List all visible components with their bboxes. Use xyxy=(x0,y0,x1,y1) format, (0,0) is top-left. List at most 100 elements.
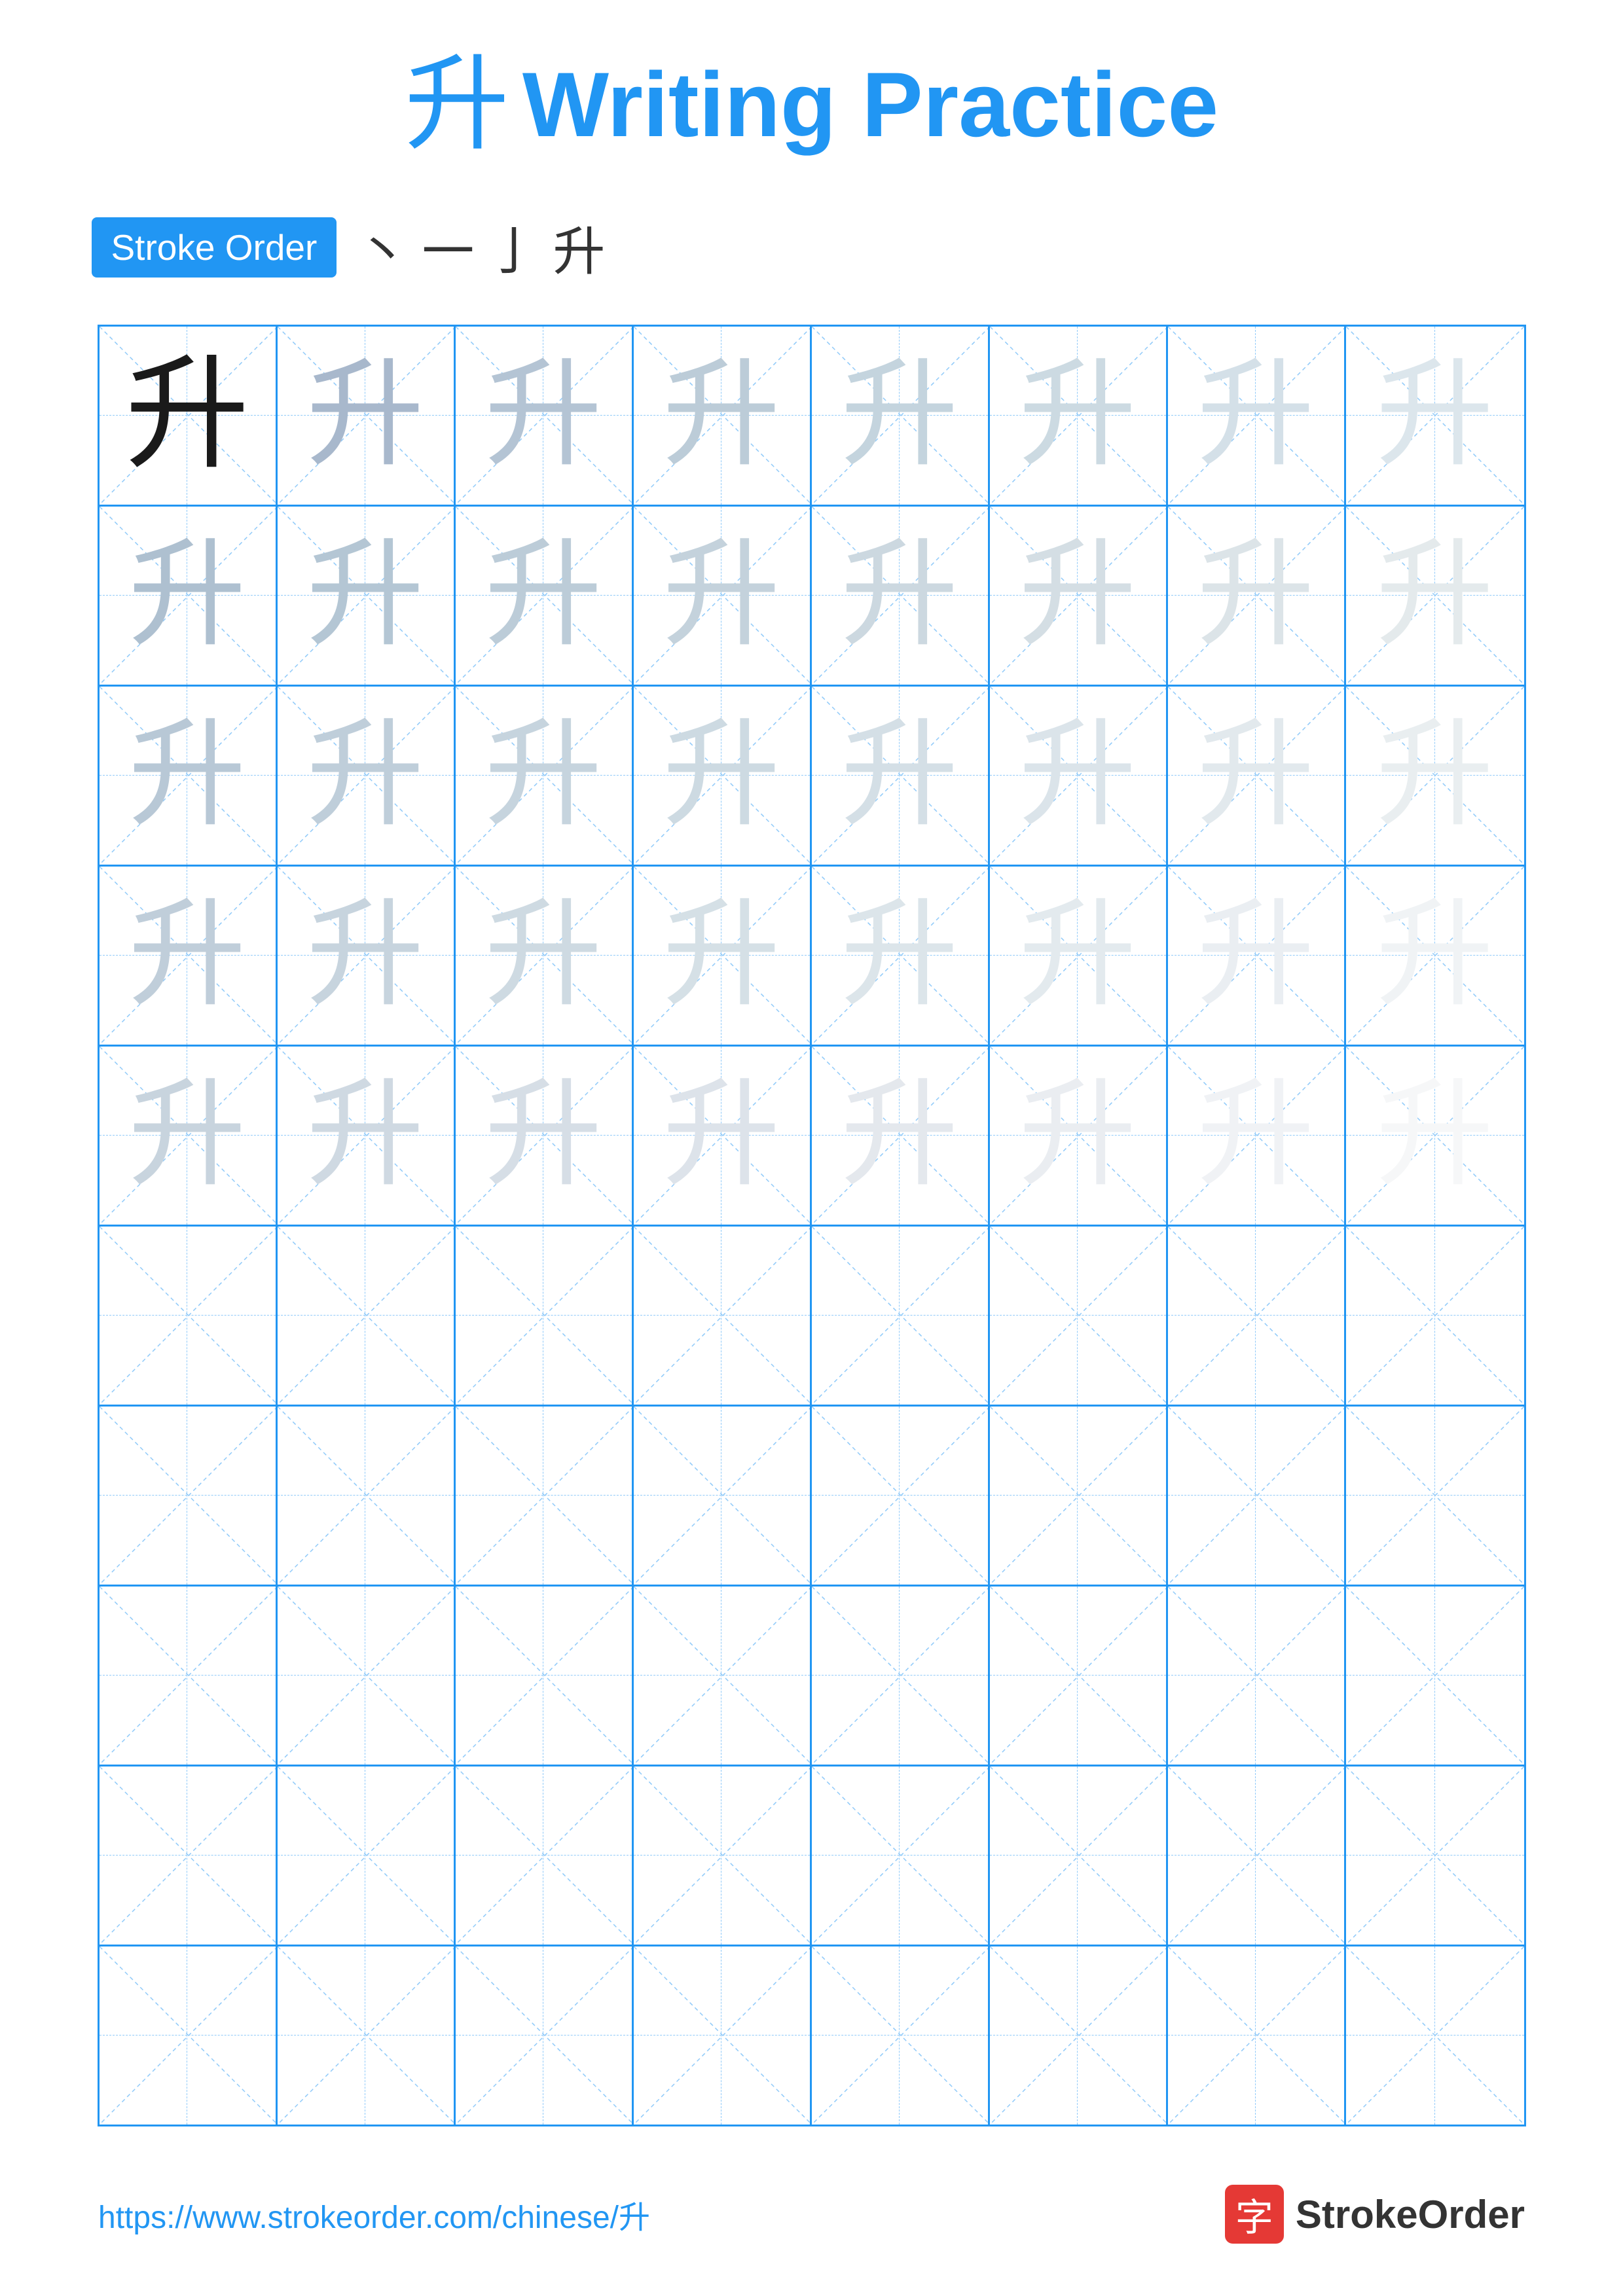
grid-cell-2-0[interactable]: 升 xyxy=(100,687,278,865)
grid-cell-1-3[interactable]: 升 xyxy=(634,507,812,685)
cell-char-1-1: 升 xyxy=(306,537,424,655)
grid-cell-7-0[interactable] xyxy=(100,1587,278,1765)
stroke-order-badge: Stroke Order xyxy=(92,217,337,278)
grid-cell-8-2[interactable] xyxy=(456,1767,634,1945)
grid-cell-7-2[interactable] xyxy=(456,1587,634,1765)
grid-cell-8-7[interactable] xyxy=(1346,1767,1524,1945)
grid-cell-0-7[interactable]: 升 xyxy=(1346,327,1524,505)
grid-cell-2-3[interactable]: 升 xyxy=(634,687,812,865)
grid-cell-2-7[interactable]: 升 xyxy=(1346,687,1524,865)
cell-char-1-4: 升 xyxy=(841,537,958,655)
grid-cell-4-5[interactable]: 升 xyxy=(990,1047,1168,1225)
stroke-order-chars: 丶 一 亅 升 xyxy=(356,209,605,285)
grid-cell-2-1[interactable]: 升 xyxy=(278,687,456,865)
grid-cell-4-7[interactable]: 升 xyxy=(1346,1047,1524,1225)
grid-cell-1-2[interactable]: 升 xyxy=(456,507,634,685)
grid-cell-9-7[interactable] xyxy=(1346,1946,1524,2125)
cell-char-3-5: 升 xyxy=(1019,897,1137,1014)
grid-cell-1-7[interactable]: 升 xyxy=(1346,507,1524,685)
grid-cell-1-1[interactable]: 升 xyxy=(278,507,456,685)
grid-cell-3-1[interactable]: 升 xyxy=(278,867,456,1045)
grid-cell-5-7[interactable] xyxy=(1346,1227,1524,1405)
grid-row-9 xyxy=(100,1946,1524,2125)
grid-cell-3-4[interactable]: 升 xyxy=(812,867,990,1045)
title-section: 升 Writing Practice xyxy=(405,52,1218,157)
grid-cell-6-3[interactable] xyxy=(634,1407,812,1585)
grid-cell-6-1[interactable] xyxy=(278,1407,456,1585)
grid-cell-9-6[interactable] xyxy=(1168,1946,1346,2125)
grid-row-8 xyxy=(100,1767,1524,1946)
grid-cell-8-0[interactable] xyxy=(100,1767,278,1945)
grid-cell-4-1[interactable]: 升 xyxy=(278,1047,456,1225)
grid-cell-3-0[interactable]: 升 xyxy=(100,867,278,1045)
grid-cell-5-5[interactable] xyxy=(990,1227,1168,1405)
grid-cell-6-7[interactable] xyxy=(1346,1407,1524,1585)
grid-cell-7-7[interactable] xyxy=(1346,1587,1524,1765)
grid-cell-7-1[interactable] xyxy=(278,1587,456,1765)
grid-cell-0-3[interactable]: 升 xyxy=(634,327,812,505)
grid-cell-4-3[interactable]: 升 xyxy=(634,1047,812,1225)
grid-cell-5-0[interactable] xyxy=(100,1227,278,1405)
cell-char-4-6: 升 xyxy=(1197,1077,1315,1194)
grid-cell-6-2[interactable] xyxy=(456,1407,634,1585)
grid-cell-8-4[interactable] xyxy=(812,1767,990,1945)
grid-cell-0-0[interactable]: 升 xyxy=(100,327,278,505)
grid-cell-5-4[interactable] xyxy=(812,1227,990,1405)
grid-cell-8-5[interactable] xyxy=(990,1767,1168,1945)
grid-cell-7-6[interactable] xyxy=(1168,1587,1346,1765)
grid-cell-5-2[interactable] xyxy=(456,1227,634,1405)
grid-cell-3-7[interactable]: 升 xyxy=(1346,867,1524,1045)
grid-cell-7-4[interactable] xyxy=(812,1587,990,1765)
grid-cell-1-0[interactable]: 升 xyxy=(100,507,278,685)
grid-cell-2-5[interactable]: 升 xyxy=(990,687,1168,865)
grid-cell-1-6[interactable]: 升 xyxy=(1168,507,1346,685)
grid-cell-3-2[interactable]: 升 xyxy=(456,867,634,1045)
footer: https://www.strokeorder.com/chinese/升 字 … xyxy=(0,2185,1623,2244)
grid-cell-3-3[interactable]: 升 xyxy=(634,867,812,1045)
grid-cell-0-5[interactable]: 升 xyxy=(990,327,1168,505)
stroke-3: 亅 xyxy=(487,209,539,285)
grid-cell-0-4[interactable]: 升 xyxy=(812,327,990,505)
grid-cell-0-2[interactable]: 升 xyxy=(456,327,634,505)
grid-cell-2-6[interactable]: 升 xyxy=(1168,687,1346,865)
grid-cell-2-2[interactable]: 升 xyxy=(456,687,634,865)
grid-cell-5-1[interactable] xyxy=(278,1227,456,1405)
grid-cell-4-2[interactable]: 升 xyxy=(456,1047,634,1225)
grid-cell-6-4[interactable] xyxy=(812,1407,990,1585)
grid-cell-8-6[interactable] xyxy=(1168,1767,1346,1945)
grid-cell-7-5[interactable] xyxy=(990,1587,1168,1765)
grid-row-4: 升 升 升 升 升 升 升 xyxy=(100,1047,1524,1227)
grid-cell-1-5[interactable]: 升 xyxy=(990,507,1168,685)
grid-cell-0-6[interactable]: 升 xyxy=(1168,327,1346,505)
grid-cell-6-5[interactable] xyxy=(990,1407,1168,1585)
footer-logo-icon: 字 xyxy=(1225,2185,1284,2244)
grid-cell-0-1[interactable]: 升 xyxy=(278,327,456,505)
grid-cell-9-0[interactable] xyxy=(100,1946,278,2125)
grid-cell-9-2[interactable] xyxy=(456,1946,634,2125)
footer-logo: 字 StrokeOrder xyxy=(1225,2185,1525,2244)
footer-url[interactable]: https://www.strokeorder.com/chinese/升 xyxy=(98,2191,650,2237)
grid-cell-8-3[interactable] xyxy=(634,1767,812,1945)
grid-cell-2-4[interactable]: 升 xyxy=(812,687,990,865)
grid-cell-4-6[interactable]: 升 xyxy=(1168,1047,1346,1225)
grid-row-7 xyxy=(100,1587,1524,1767)
grid-cell-1-4[interactable]: 升 xyxy=(812,507,990,685)
grid-cell-9-5[interactable] xyxy=(990,1946,1168,2125)
grid-cell-9-3[interactable] xyxy=(634,1946,812,2125)
grid-cell-5-6[interactable] xyxy=(1168,1227,1346,1405)
grid-cell-3-5[interactable]: 升 xyxy=(990,867,1168,1045)
grid-row-3: 升 升 升 升 升 升 升 xyxy=(100,867,1524,1047)
cell-char-1-3: 升 xyxy=(663,537,780,655)
cell-char-3-2: 升 xyxy=(484,897,602,1014)
grid-cell-5-3[interactable] xyxy=(634,1227,812,1405)
grid-cell-9-1[interactable] xyxy=(278,1946,456,2125)
grid-cell-4-4[interactable]: 升 xyxy=(812,1047,990,1225)
grid-cell-8-1[interactable] xyxy=(278,1767,456,1945)
grid-cell-9-4[interactable] xyxy=(812,1946,990,2125)
grid-cell-7-3[interactable] xyxy=(634,1587,812,1765)
cell-char-0-4: 升 xyxy=(841,357,958,475)
grid-cell-4-0[interactable]: 升 xyxy=(100,1047,278,1225)
grid-cell-3-6[interactable]: 升 xyxy=(1168,867,1346,1045)
grid-cell-6-0[interactable] xyxy=(100,1407,278,1585)
grid-cell-6-6[interactable] xyxy=(1168,1407,1346,1585)
